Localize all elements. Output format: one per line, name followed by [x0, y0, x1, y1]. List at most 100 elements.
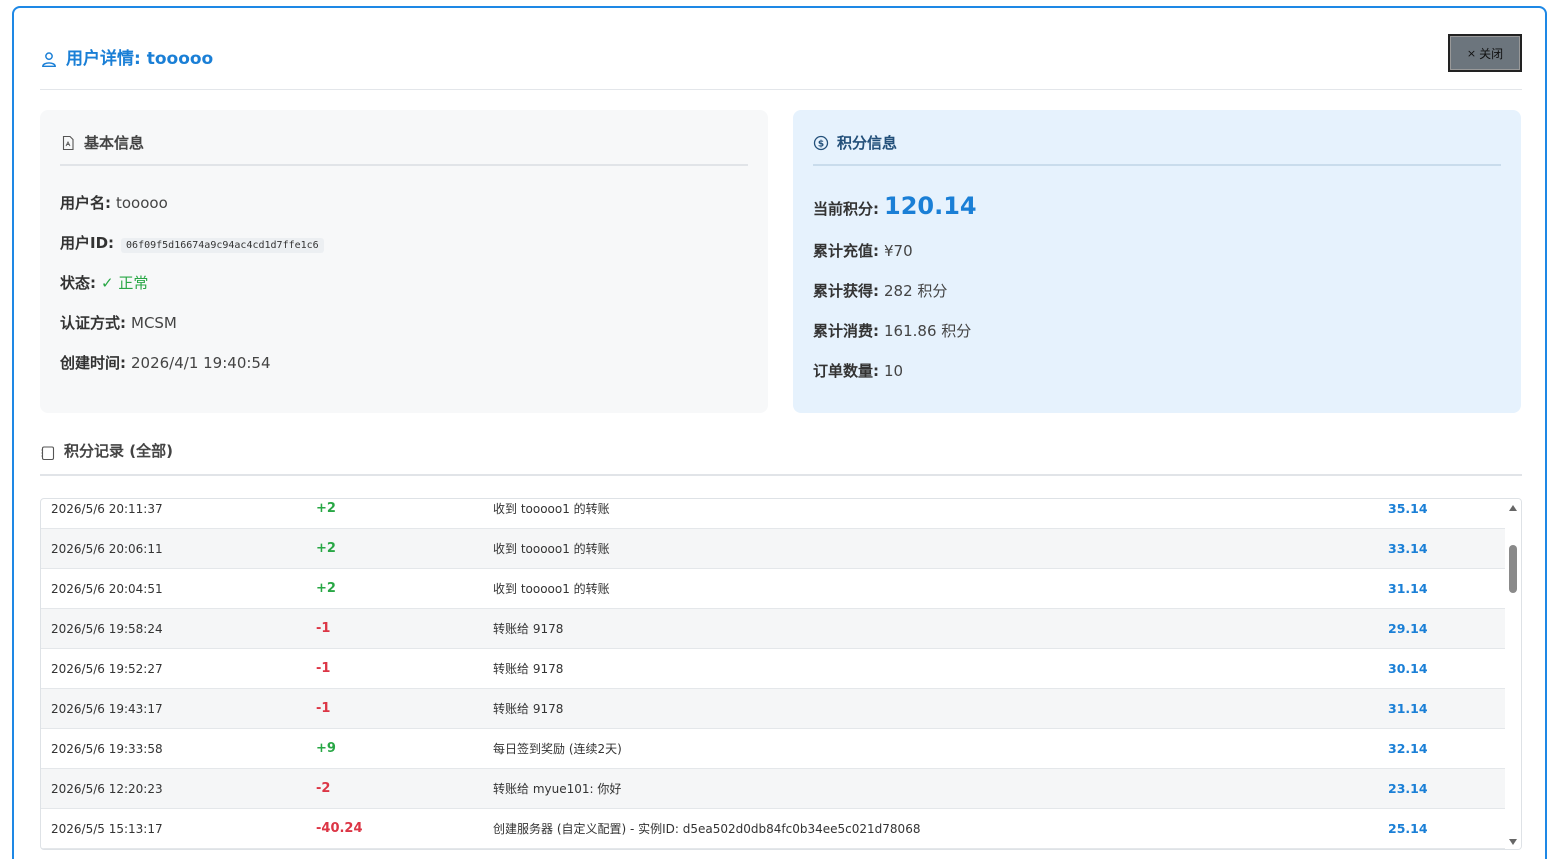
created-label: 创建时间: [60, 354, 126, 372]
table-row: 2026/5/6 19:43:17 -1 转账给 9178 31.14 [41, 689, 1507, 729]
row-balance: 30.14 [1388, 661, 1428, 676]
row-change: +2 [316, 541, 336, 556]
row-time: 2026/5/5 15:13:17 [51, 822, 163, 836]
basic-info-title: 基本信息 [84, 134, 145, 152]
row-time: 2026/5/6 19:58:24 [51, 622, 163, 636]
table-row: 2026/5/6 20:04:51 +2 收到 tooooo1 的转账 31.1… [41, 569, 1507, 609]
recharge-row: 累计充值: ¥70 [813, 240, 913, 261]
records-table[interactable]: 2026/5/6 20:11:37 +2 收到 tooooo1 的转账 35.1… [40, 498, 1522, 850]
current-points-row: 当前积分: 120.14 [813, 192, 977, 220]
scroll-up-arrow-icon[interactable] [1509, 505, 1517, 511]
userid-row: 用户ID: 06f09f5d16674a9c94ac4cd1d7ffe1c6 [60, 232, 324, 253]
row-balance: 35.14 [1388, 501, 1428, 516]
close-icon: × [1466, 46, 1477, 60]
userid-value: 06f09f5d16674a9c94ac4cd1d7ffe1c6 [121, 238, 324, 253]
earned-label: 累计获得: [813, 282, 879, 300]
table-row: 2026/5/5 15:13:17 -40.24 创建服务器 (自定义配置) -… [41, 809, 1507, 849]
modal-header: 用户详情: tooooo × 关闭 [40, 34, 1522, 90]
spent-row: 累计消费: 161.86 积分 [813, 320, 971, 341]
close-button[interactable]: × 关闭 [1448, 34, 1522, 72]
row-balance: 31.14 [1388, 581, 1428, 596]
row-desc: 转账给 9178 [493, 662, 564, 676]
auth-label: 认证方式: [60, 314, 126, 332]
current-points-value: 120.14 [884, 192, 977, 220]
clipboard-icon [41, 446, 55, 461]
spent-value: 161.86 积分 [884, 322, 972, 340]
row-time: 2026/5/6 19:52:27 [51, 662, 163, 676]
row-time: 2026/5/6 20:04:51 [51, 582, 163, 596]
spent-label: 累计消费: [813, 322, 879, 340]
current-points-label: 当前积分: [813, 200, 879, 218]
username-row: 用户名: tooooo [60, 192, 168, 213]
username-value: tooooo [116, 194, 168, 212]
records-heading: 积分记录 (全部) [40, 440, 1522, 476]
user-icon [42, 51, 56, 67]
row-balance: 25.14 [1388, 821, 1428, 836]
row-balance: 23.14 [1388, 781, 1428, 796]
status-row: 状态: ✓ 正常 [60, 272, 148, 293]
created-value: 2026/4/1 19:40:54 [131, 354, 271, 372]
table-row: 2026/5/6 20:11:37 +2 收到 tooooo1 的转账 35.1… [41, 499, 1507, 529]
points-info-card: $ 积分信息 当前积分: 120.14 累计充值: ¥70 累计获得: 282 … [793, 110, 1521, 413]
svg-text:$: $ [818, 140, 824, 150]
orders-value: 10 [884, 362, 904, 380]
row-time: 2026/5/6 12:20:23 [51, 782, 163, 796]
auth-value: MCSM [131, 314, 177, 332]
row-change: -1 [316, 701, 331, 716]
orders-label: 订单数量: [813, 362, 879, 380]
scroll-down-arrow-icon[interactable] [1509, 839, 1517, 845]
user-detail-modal: 用户详情: tooooo × 关闭 基本信息 用户名: tooooo 用户ID:… [12, 6, 1547, 859]
row-balance: 32.14 [1388, 741, 1428, 756]
row-desc: 每日签到奖励 (连续2天) [493, 742, 622, 756]
row-time: 2026/5/6 19:33:58 [51, 742, 163, 756]
table-row: 2026/5/6 19:33:58 +9 每日签到奖励 (连续2天) 32.14 [41, 729, 1507, 769]
recharge-value: ¥70 [884, 242, 913, 260]
userid-label: 用户ID: [60, 234, 115, 252]
row-desc: 转账给 9178 [493, 622, 564, 636]
coin-icon: $ [813, 135, 829, 151]
username-label: 用户名: [60, 194, 111, 212]
earned-row: 累计获得: 282 积分 [813, 280, 947, 301]
modal-title: 用户详情: tooooo [40, 44, 213, 69]
basic-info-card: 基本信息 用户名: tooooo 用户ID: 06f09f5d16674a9c9… [40, 110, 768, 413]
row-time: 2026/5/6 19:43:17 [51, 702, 163, 716]
recharge-label: 累计充值: [813, 242, 879, 260]
points-info-title: 积分信息 [837, 134, 898, 152]
file-icon [62, 135, 74, 151]
row-change: +2 [316, 581, 336, 596]
close-label: 关闭 [1479, 46, 1504, 61]
row-change: +2 [316, 501, 336, 516]
table-row: 2026/5/6 12:20:23 -2 转账给 myue101: 你好 23.… [41, 769, 1507, 809]
row-balance: 33.14 [1388, 541, 1428, 556]
row-time: 2026/5/6 20:11:37 [51, 502, 163, 516]
table-row: 2026/5/6 19:52:27 -1 转账给 9178 30.14 [41, 649, 1507, 689]
row-desc: 收到 tooooo1 的转账 [493, 502, 610, 516]
status-label: 状态: [60, 274, 96, 292]
row-change: +9 [316, 741, 336, 756]
row-desc: 收到 tooooo1 的转账 [493, 542, 610, 556]
basic-info-heading: 基本信息 [60, 132, 748, 166]
points-info-heading: $ 积分信息 [813, 132, 1501, 166]
row-change: -1 [316, 621, 331, 636]
row-balance: 31.14 [1388, 701, 1428, 716]
row-balance: 29.14 [1388, 621, 1428, 636]
row-change: -2 [316, 781, 331, 796]
table-scrollbar[interactable] [1505, 499, 1521, 849]
row-time: 2026/5/6 20:06:11 [51, 542, 163, 556]
row-change: -1 [316, 661, 331, 676]
orders-row: 订单数量: 10 [813, 360, 903, 381]
row-desc: 收到 tooooo1 的转账 [493, 582, 610, 596]
auth-row: 认证方式: MCSM [60, 312, 177, 333]
row-desc: 转账给 9178 [493, 702, 564, 716]
status-badge: ✓ 正常 [101, 274, 149, 292]
table-row: 2026/5/6 19:58:24 -1 转账给 9178 29.14 [41, 609, 1507, 649]
row-desc: 创建服务器 (自定义配置) - 实例ID: d5ea502d0db84fc0b3… [493, 822, 921, 836]
row-change: -40.24 [316, 821, 363, 836]
modal-title-text: 用户详情: tooooo [66, 49, 214, 69]
records-title: 积分记录 (全部) [64, 442, 173, 460]
scroll-thumb[interactable] [1509, 545, 1517, 593]
earned-value: 282 积分 [884, 282, 948, 300]
table-row: 2026/5/6 20:06:11 +2 收到 tooooo1 的转账 33.1… [41, 529, 1507, 569]
row-desc: 转账给 myue101: 你好 [493, 782, 622, 796]
created-row: 创建时间: 2026/4/1 19:40:54 [60, 352, 271, 373]
